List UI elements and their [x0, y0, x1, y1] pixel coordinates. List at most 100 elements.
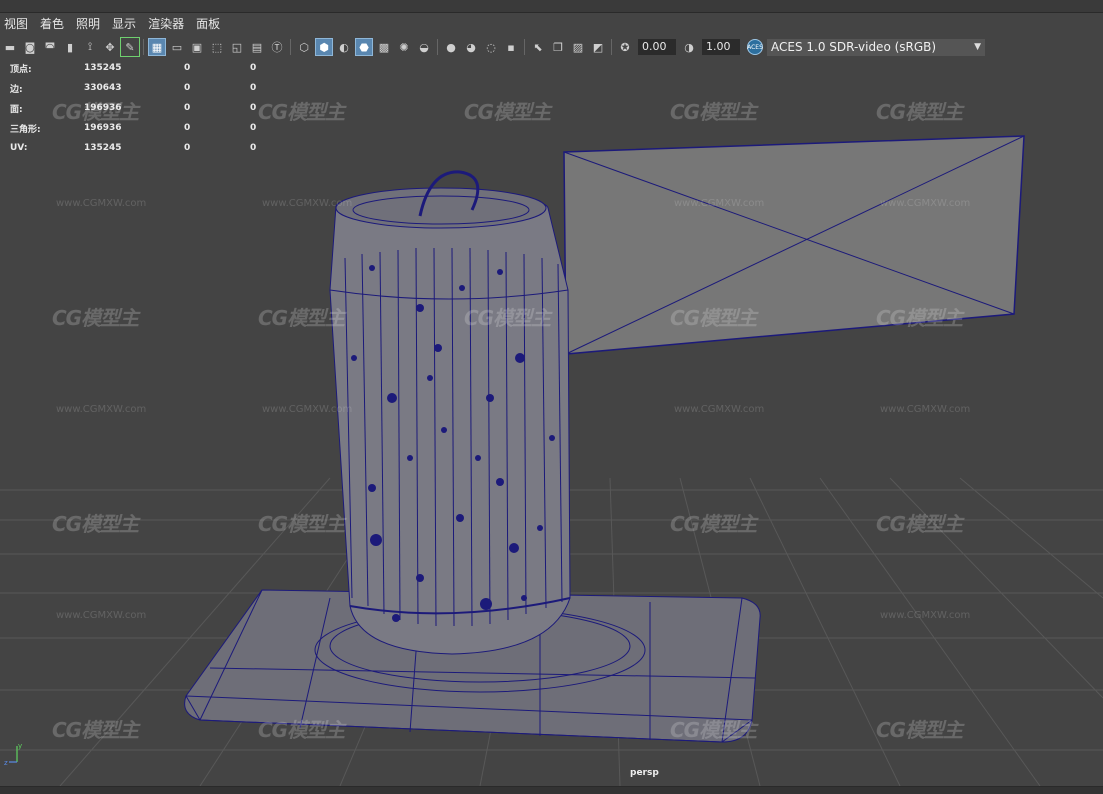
- safe-title-icon[interactable]: Ⓣ: [268, 38, 286, 56]
- safe-action-icon[interactable]: ▤: [248, 38, 266, 56]
- 2d-pan-zoom-icon[interactable]: ✥: [101, 38, 119, 56]
- field-chart-icon[interactable]: ◱: [228, 38, 246, 56]
- hud-value: 0: [250, 123, 257, 133]
- watermark-logo: CG模型主: [258, 718, 345, 742]
- poly-count-hud: 顶点: 135245 0 0 边: 330643 0 0 面: 196936 0…: [10, 58, 290, 158]
- xray-active-components-icon[interactable]: ▨: [569, 38, 587, 56]
- hud-value: 0: [184, 63, 191, 73]
- watermark-url: www.CGMXW.com: [674, 198, 765, 209]
- grid-icon[interactable]: ▦: [148, 38, 166, 56]
- menu-show[interactable]: 显示: [108, 13, 144, 36]
- watermark-logo: CG模型主: [464, 100, 551, 124]
- axis-z-label: z: [4, 759, 8, 766]
- xray-icon[interactable]: ❐: [549, 38, 567, 56]
- watermark-logo: CG模型主: [670, 718, 757, 742]
- xray-joints-icon[interactable]: ◩: [589, 38, 607, 56]
- watermark-logo: CG模型主: [52, 512, 139, 536]
- exposure-field[interactable]: 0.00: [638, 39, 676, 55]
- axis-y-label: y: [18, 742, 22, 750]
- camera-name-label: persp: [630, 768, 659, 778]
- isolate-select-icon[interactable]: ⬉: [529, 38, 547, 56]
- resolution-gate-icon[interactable]: ▣: [188, 38, 206, 56]
- wireframe-icon[interactable]: ⬡: [295, 38, 313, 56]
- watermark-url: www.CGMXW.com: [56, 610, 147, 621]
- hud-label: 边:: [10, 84, 23, 95]
- camera-attributes-icon[interactable]: ◙: [21, 38, 39, 56]
- hud-row-edges: 边: 330643 0 0: [10, 78, 290, 98]
- menu-shading[interactable]: 着色: [36, 13, 72, 36]
- hud-label: 顶点:: [10, 64, 32, 75]
- hud-row-triangles: 三角形: 196936 0 0: [10, 118, 290, 138]
- view-transform-dropdown[interactable]: ACES 1.0 SDR-video (sRGB) ▼: [767, 38, 985, 56]
- hud-value: 0: [250, 103, 257, 113]
- hud-row-vertices: 顶点: 135245 0 0: [10, 58, 290, 78]
- color-management-icon[interactable]: ACES: [747, 39, 763, 55]
- watermark-logo: CG模型主: [258, 512, 345, 536]
- hud-value: 196936: [84, 123, 122, 133]
- watermark-logo: CG模型主: [52, 718, 139, 742]
- hud-value: 0: [250, 63, 257, 73]
- watermark-logo: CG模型主: [670, 100, 757, 124]
- watermark-logo: CG模型主: [670, 512, 757, 536]
- bookmark-camera-icon[interactable]: ◚: [41, 38, 59, 56]
- toolbar-divider: [290, 39, 291, 55]
- menu-renderer[interactable]: 渲染器: [144, 13, 192, 36]
- hud-value: 135245: [84, 143, 122, 153]
- gamma-field[interactable]: 1.00: [702, 39, 740, 55]
- anti-aliasing-icon[interactable]: ◌: [482, 38, 500, 56]
- viewport-bottom-border: [0, 786, 1103, 794]
- scene-canvas[interactable]: [0, 58, 1103, 786]
- use-all-lights-icon[interactable]: ✺: [395, 38, 413, 56]
- grease-pencil-icon[interactable]: ✎: [120, 37, 140, 57]
- hud-value: 0: [184, 143, 191, 153]
- watermark-logo: CG模型主: [876, 100, 963, 124]
- menu-view[interactable]: 视图: [0, 13, 36, 36]
- viewport-3d[interactable]: [0, 58, 1103, 786]
- gamma-icon[interactable]: ◑: [680, 38, 698, 56]
- hud-label: UV:: [10, 143, 28, 153]
- hud-row-uvs: UV: 135245 0 0: [10, 138, 290, 158]
- gate-mask-icon[interactable]: ⬚: [208, 38, 226, 56]
- watermark-logo: CG模型主: [876, 306, 963, 330]
- menu-panels[interactable]: 面板: [192, 13, 228, 36]
- select-camera-icon[interactable]: ▬: [1, 38, 19, 56]
- use-default-material-icon[interactable]: ◐: [335, 38, 353, 56]
- shadows-icon[interactable]: ◒: [415, 38, 433, 56]
- hud-row-faces: 面: 196936 0 0: [10, 98, 290, 118]
- view-transform-value: ACES 1.0 SDR-video (sRGB): [771, 40, 937, 54]
- toolbar-divider: [437, 39, 438, 55]
- watermark-url: www.CGMXW.com: [56, 198, 147, 209]
- chevron-down-icon: ▼: [974, 42, 981, 52]
- watermark-logo: CG模型主: [876, 718, 963, 742]
- watermark-logo: CG模型主: [876, 512, 963, 536]
- exposure-icon[interactable]: ✪: [616, 38, 634, 56]
- toolbar-divider: [143, 39, 144, 55]
- hud-value: 0: [250, 143, 257, 153]
- smooth-shade-icon[interactable]: ⬢: [315, 38, 333, 56]
- hud-label: 面:: [10, 104, 23, 115]
- screen-space-ao-icon[interactable]: ●: [442, 38, 460, 56]
- hud-value: 135245: [84, 63, 122, 73]
- menu-lighting[interactable]: 照明: [72, 13, 108, 36]
- bookmark-icon[interactable]: ▮: [61, 38, 79, 56]
- hud-value: 0: [184, 83, 191, 93]
- watermark-url: www.CGMXW.com: [262, 198, 353, 209]
- motion-blur-icon[interactable]: ◕: [462, 38, 480, 56]
- watermark-logo: CG模型主: [464, 306, 551, 330]
- window-top-strip: [0, 0, 1103, 13]
- hud-label: 三角形:: [10, 124, 41, 135]
- textured-icon[interactable]: ▩: [375, 38, 393, 56]
- hud-value: 0: [184, 103, 191, 113]
- hud-value: 330643: [84, 83, 122, 93]
- wireframe-on-shaded-icon[interactable]: ⬣: [355, 38, 373, 56]
- depth-of-field-icon[interactable]: ▪: [502, 38, 520, 56]
- panel-menubar: 视图 着色 照明 显示 渲染器 面板: [0, 13, 1103, 36]
- toolbar-divider: [611, 39, 612, 55]
- film-gate-icon[interactable]: ▭: [168, 38, 186, 56]
- hud-value: 0: [184, 123, 191, 133]
- image-plane-icon[interactable]: ⟟: [81, 38, 99, 56]
- watermark-url: www.CGMXW.com: [674, 404, 765, 415]
- hud-value: 196936: [84, 103, 122, 113]
- soda-can-mesh: [329, 170, 571, 655]
- watermark-url: www.CGMXW.com: [262, 404, 353, 415]
